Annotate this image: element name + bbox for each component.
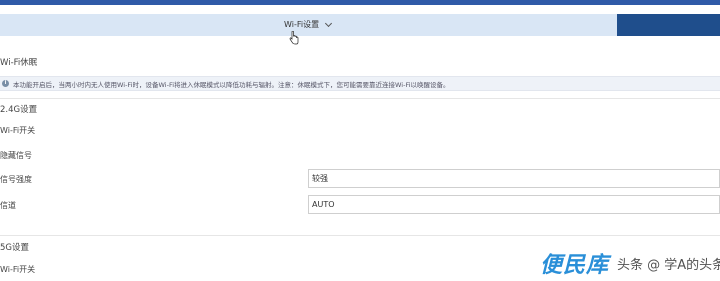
header-right-block <box>617 14 720 36</box>
notice-text: 本功能开启后，当两小时内无人使用Wi-Fi时，设备Wi-Fi将进入休眠模式以降低… <box>13 80 450 89</box>
info-icon: i <box>2 80 9 87</box>
channel-label: 信道 <box>0 201 16 210</box>
band-5g-wifi-switch-label: Wi-Fi开关 <box>0 265 36 274</box>
signal-strength-select[interactable]: 较强 <box>308 169 720 188</box>
channel-select[interactable]: AUTO <box>308 195 720 214</box>
settings-header-bar <box>0 14 720 36</box>
band-24g-hidden-ssid-label: 隐藏信号 <box>0 151 32 160</box>
chevron-down-icon <box>325 19 333 27</box>
divider <box>0 98 720 99</box>
signal-strength-label: 信号强度 <box>0 175 32 184</box>
wifi-sleep-notice: i 本功能开启后，当两小时内无人使用Wi-Fi时，设备Wi-Fi将进入休眠模式以… <box>0 76 720 91</box>
watermark-caption: 头条 @ 学A的头条号 <box>617 257 720 273</box>
band-24g-section-title: 2.4G设置 <box>0 105 38 115</box>
wifi-settings-title: Wi-Fi设置 <box>284 20 320 29</box>
top-strip <box>0 0 720 5</box>
signal-strength-value: 较强 <box>312 174 328 183</box>
wifi-sleep-section-title: Wi-Fi休眠 <box>0 58 38 68</box>
channel-value: AUTO <box>312 200 335 209</box>
divider <box>0 235 720 236</box>
band-5g-section-title: 5G设置 <box>0 243 29 253</box>
wifi-settings-dropdown[interactable]: Wi-Fi设置 <box>284 19 333 30</box>
watermark: 便民库 头条 @ 学A的头条号 <box>540 247 720 279</box>
watermark-logo: 便民库 <box>540 253 610 278</box>
band-24g-wifi-switch-label: Wi-Fi开关 <box>0 126 36 135</box>
hand-cursor-icon <box>289 31 299 45</box>
